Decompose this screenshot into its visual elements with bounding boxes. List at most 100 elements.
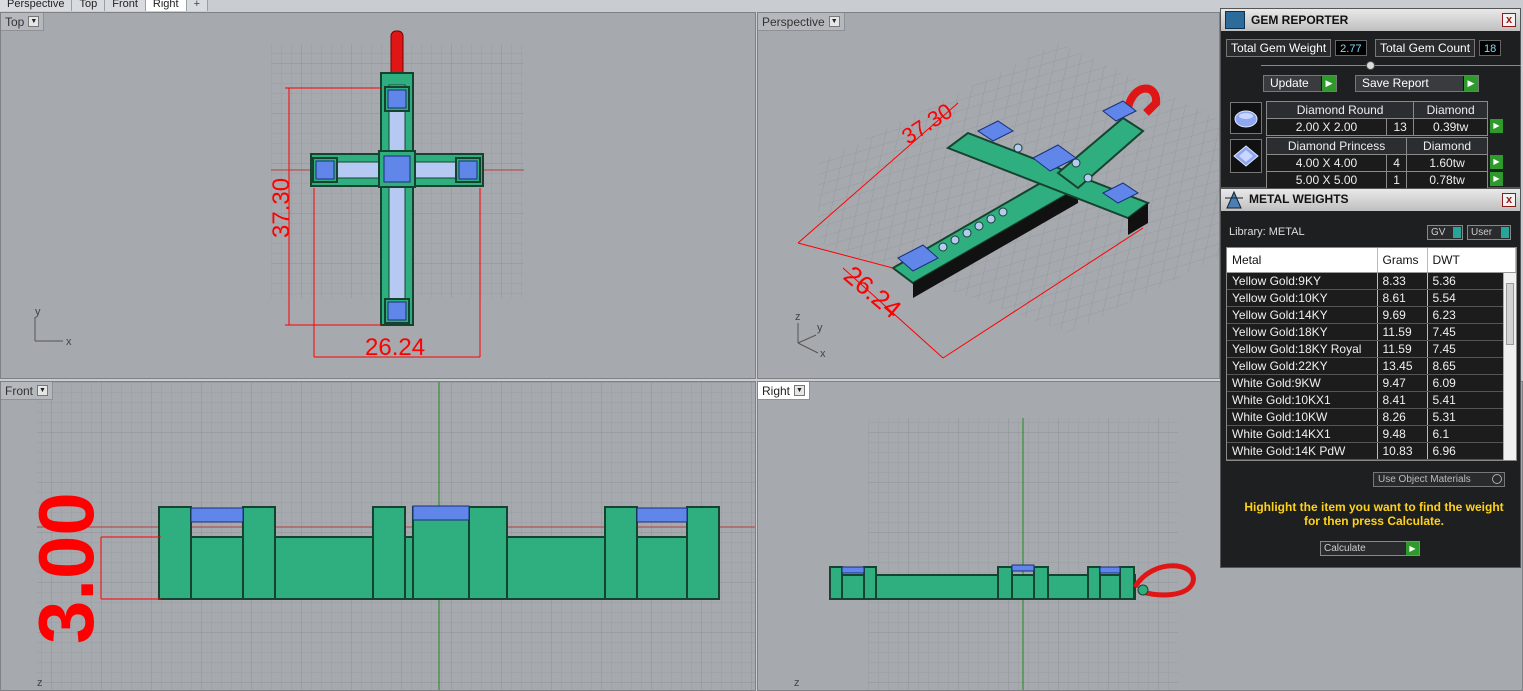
scale-icon — [1225, 190, 1243, 209]
table-row[interactable]: White Gold:10KW 8.26 5.31 — [1227, 408, 1516, 426]
play-icon: ▶ — [1406, 542, 1419, 555]
table-row[interactable]: White Gold:14K PdW 10.83 6.96 — [1227, 442, 1516, 460]
calculate-button[interactable]: Calculate ▶ — [1320, 541, 1420, 556]
viewport-label-top[interactable]: Top ▼ — [1, 13, 45, 31]
table-row[interactable]: Yellow Gold:22KY 13.45 8.65 — [1227, 357, 1516, 375]
table-row[interactable]: White Gold:9KW 9.47 6.09 — [1227, 374, 1516, 392]
add-tab-button[interactable]: + — [186, 0, 209, 11]
grams-cell: 13.45 — [1377, 357, 1428, 375]
radio-icon — [1492, 474, 1502, 484]
viewport-menu-arrow-icon[interactable]: ▼ — [828, 16, 840, 27]
metal-name-cell: Yellow Gold:10KY — [1227, 289, 1378, 307]
total-gem-count-value: 18 — [1479, 40, 1502, 56]
use-object-materials-toggle[interactable]: Use Object Materials — [1373, 472, 1505, 487]
svg-text:y: y — [35, 306, 41, 318]
table-row[interactable]: Yellow Gold:14KY 9.69 6.23 — [1227, 306, 1516, 324]
splitter-handle[interactable] — [1366, 61, 1375, 70]
grams-cell: 9.47 — [1377, 374, 1428, 392]
viewport-menu-arrow-icon[interactable]: ▼ — [28, 16, 40, 27]
select-row-icon[interactable]: ▶ — [1490, 119, 1503, 133]
grams-cell: 8.61 — [1377, 289, 1428, 307]
gem-row[interactable]: 4.00 X 4.00 4 1.60tw — [1266, 154, 1488, 172]
gem-row[interactable]: 5.00 X 5.00 1 0.78tw — [1266, 171, 1488, 189]
table-row[interactable]: White Gold:14KX1 9.48 6.1 — [1227, 425, 1516, 443]
select-row-icon[interactable]: ▶ — [1490, 155, 1503, 169]
table-row[interactable]: Yellow Gold:9KY 8.33 5.36 — [1227, 272, 1516, 290]
column-metal[interactable]: Metal — [1227, 248, 1378, 273]
viewport-label-front[interactable]: Front ▼ — [1, 382, 54, 400]
scroll-thumb[interactable] — [1506, 283, 1514, 345]
gem-group-name: Diamond Round — [1265, 101, 1415, 119]
round-diamond-icon — [1230, 102, 1262, 134]
tab-top[interactable]: Top — [72, 0, 106, 11]
viewport-perspective[interactable]: 37.30 26.24 z y x Perspective ▼ — [757, 12, 1220, 379]
column-grams[interactable]: Grams — [1377, 248, 1428, 273]
gem-reporter-titlebar[interactable]: GEM REPORTER x — [1221, 9, 1520, 31]
thickness-label: 3.00 — [22, 492, 110, 644]
select-row-icon[interactable]: ▶ — [1490, 172, 1503, 186]
metal-table-scrollbar[interactable] — [1503, 273, 1516, 460]
perspective-view-canvas: 37.30 26.24 z y x — [795, 43, 1219, 360]
close-icon[interactable]: x — [1502, 13, 1516, 27]
grams-cell: 11.59 — [1377, 340, 1428, 358]
viewport-front[interactable]: 3.00 z Front ▼ — [0, 381, 756, 691]
table-row[interactable]: Yellow Gold:18KY Royal 11.59 7.45 — [1227, 340, 1516, 358]
gv-toggle[interactable]: GV — [1427, 225, 1463, 240]
tab-front[interactable]: Front — [105, 0, 146, 11]
viewport-label-perspective[interactable]: Perspective ▼ — [758, 13, 845, 31]
viewport-tab-strip: Perspective Top Front Right + — [0, 0, 240, 11]
gem-reporter-panel: GEM REPORTER x Total Gem Weight 2.77 Tot… — [1220, 8, 1521, 189]
library-label: Library: METAL — [1229, 226, 1305, 238]
gem-group-material: Diamond — [1406, 137, 1488, 155]
metal-table[interactable]: Metal Grams DWT Yellow Gold:9KY 8.33 5.36 Y… — [1226, 247, 1517, 461]
svg-text:y: y — [817, 322, 823, 334]
total-gem-weight: Total Gem Weight 2.77 — [1226, 39, 1367, 57]
tab-right[interactable]: Right — [145, 0, 187, 11]
princess-diamond-icon — [1230, 139, 1262, 173]
grams-cell: 8.26 — [1377, 408, 1428, 426]
viewport-menu-arrow-icon[interactable]: ▼ — [37, 385, 49, 396]
user-toggle[interactable]: User — [1467, 225, 1511, 240]
metal-name-cell: Yellow Gold:18KY Royal — [1227, 340, 1378, 358]
metal-name-cell: White Gold:10KX1 — [1227, 391, 1378, 409]
table-row[interactable]: White Gold:10KX1 8.41 5.41 — [1227, 391, 1516, 409]
tab-perspective[interactable]: Perspective — [0, 0, 73, 11]
metal-name-cell: Yellow Gold:22KY — [1227, 357, 1378, 375]
grams-cell: 10.83 — [1377, 442, 1428, 460]
axis-widget-perspective: z y x — [795, 311, 826, 360]
gem-reporter-icon — [1225, 11, 1245, 29]
total-gem-weight-value: 2.77 — [1335, 40, 1367, 56]
calculate-hint: Highlight the item you want to find the … — [1244, 500, 1504, 528]
viewport-label-right[interactable]: Right ▼ — [758, 382, 811, 400]
front-view-canvas: 3.00 z — [22, 382, 755, 690]
column-dwt[interactable]: DWT — [1427, 248, 1516, 273]
metal-name-cell: Yellow Gold:9KY — [1227, 272, 1378, 290]
right-princess-stone — [458, 160, 478, 180]
viewport-top[interactable]: 37.30 26.24 y x Top ▼ — [0, 12, 756, 379]
total-gem-count: Total Gem Count 18 — [1375, 39, 1502, 57]
grams-cell: 8.41 — [1377, 391, 1428, 409]
close-icon[interactable]: x — [1502, 193, 1516, 207]
axis-widget-top: y x — [34, 306, 72, 348]
svg-text:z: z — [795, 311, 801, 323]
divider — [1261, 65, 1521, 66]
save-report-button[interactable]: Save Report ▶ — [1355, 75, 1479, 92]
dimension-width-label: 26.24 — [365, 334, 425, 361]
gem-row[interactable]: 2.00 X 2.00 13 0.39tw — [1266, 118, 1488, 136]
metal-name-cell: White Gold:9KW — [1227, 374, 1378, 392]
gem-group-name: Diamond Princess — [1265, 137, 1408, 155]
play-icon: ▶ — [1321, 76, 1336, 91]
metal-name-cell: Yellow Gold:18KY — [1227, 323, 1378, 341]
table-row[interactable]: Yellow Gold:10KY 8.61 5.54 — [1227, 289, 1516, 307]
grams-cell: 8.33 — [1377, 272, 1428, 290]
gem-group-round: Diamond Round Diamond 2.00 X 2.00 13 0.3… — [1265, 101, 1488, 136]
viewport-menu-arrow-icon[interactable]: ▼ — [794, 385, 806, 396]
svg-text:x: x — [66, 336, 72, 348]
table-row[interactable]: Yellow Gold:18KY 11.59 7.45 — [1227, 323, 1516, 341]
update-button[interactable]: Update ▶ — [1263, 75, 1337, 92]
metal-weights-titlebar[interactable]: METAL WEIGHTS x — [1221, 189, 1520, 211]
top-view-canvas: 37.30 26.24 y x — [34, 30, 524, 361]
axis-z-right: z — [794, 677, 800, 689]
dimension-height-label: 37.30 — [268, 178, 295, 238]
left-princess-stone — [315, 160, 335, 180]
